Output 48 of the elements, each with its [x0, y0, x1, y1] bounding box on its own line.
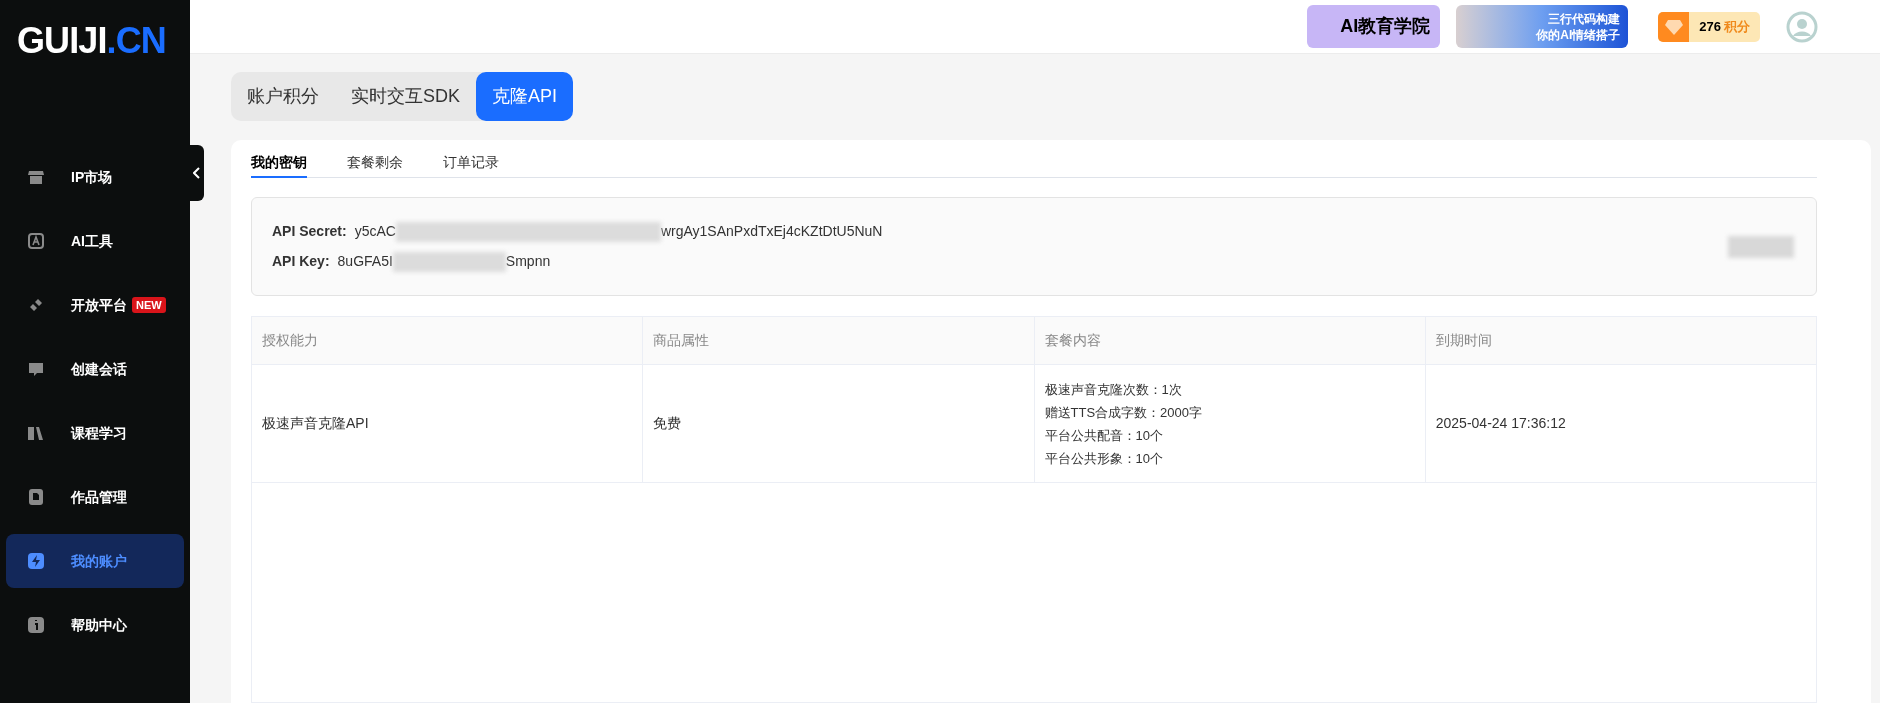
- table-cell: 2025-04-24 17:36:12: [1425, 364, 1817, 483]
- nav-item[interactable]: 开放平台 NEW: [6, 278, 184, 332]
- tool-icon: [26, 231, 46, 251]
- table-cell-text: 平台公共形象：10个: [1044, 449, 1164, 468]
- subtab[interactable]: 订单记录: [443, 148, 499, 178]
- nav-item[interactable]: 创建会话: [6, 342, 184, 396]
- file-icon: [26, 487, 46, 507]
- table-cell: 极速声音克隆API: [251, 364, 643, 483]
- nav-item[interactable]: 帮助中心: [6, 598, 184, 652]
- info-icon: [26, 615, 46, 635]
- subtab[interactable]: 我的密钥: [251, 148, 307, 178]
- bolt-icon: [26, 551, 46, 571]
- collapse-button[interactable]: [190, 145, 204, 201]
- column-header: 授权能力: [251, 316, 643, 365]
- banner-text: 三行代码构建: [1548, 10, 1621, 27]
- table-cell-text: 赠送TTS合成字数：2000字: [1044, 403, 1203, 422]
- key-value: y5cAC: [354, 222, 396, 241]
- table-cell-text: 平台公共配音：10个: [1044, 426, 1164, 445]
- banner-ad[interactable]: AI教育学院: [1307, 5, 1441, 48]
- new-badge: NEW: [132, 296, 166, 314]
- table-cell: 免费: [642, 364, 1034, 483]
- subtab[interactable]: 套餐剩余: [347, 148, 403, 178]
- points-badge[interactable]: 276 积分: [1658, 11, 1760, 42]
- nav-item[interactable]: 作品管理: [6, 470, 184, 524]
- key-value: Smpnn: [505, 252, 551, 271]
- diamond-icon: [1663, 17, 1684, 36]
- nav-item[interactable]: 课程学习: [6, 406, 184, 460]
- nav-item[interactable]: 我的账户: [6, 534, 184, 588]
- key-value: wrgAy1SAnPxdTxEj4cKZtDtU5NuN: [660, 222, 883, 241]
- nav-item[interactable]: IP市场: [6, 150, 184, 204]
- tab[interactable]: 实时交互SDK: [335, 72, 476, 121]
- logo[interactable]: GUIJI.CN: [0, 0, 190, 60]
- column-header: 商品属性: [642, 316, 1034, 365]
- tab[interactable]: 克隆API: [476, 72, 574, 121]
- tab[interactable]: 账户积分: [231, 72, 335, 121]
- banner-text: 你的AI情绪搭子: [1536, 26, 1621, 43]
- key-value: 8uGFA5I: [337, 252, 393, 271]
- column-header: 套餐内容: [1034, 316, 1426, 365]
- column-header: 到期时间: [1425, 316, 1817, 365]
- points-value: 276: [1699, 17, 1721, 36]
- key-label: API Key:: [272, 252, 330, 271]
- key-label: API Secret:: [272, 222, 347, 241]
- nav-item[interactable]: AI工具: [6, 214, 184, 268]
- table-cell-text: 极速声音克隆次数：1次: [1044, 380, 1183, 399]
- redaction-block: [1728, 235, 1794, 258]
- points-unit: 积分: [1724, 17, 1750, 36]
- chevron-left-icon: [193, 167, 201, 179]
- banner-ad[interactable]: 三行代码构建 你的AI情绪搭子: [1456, 5, 1629, 48]
